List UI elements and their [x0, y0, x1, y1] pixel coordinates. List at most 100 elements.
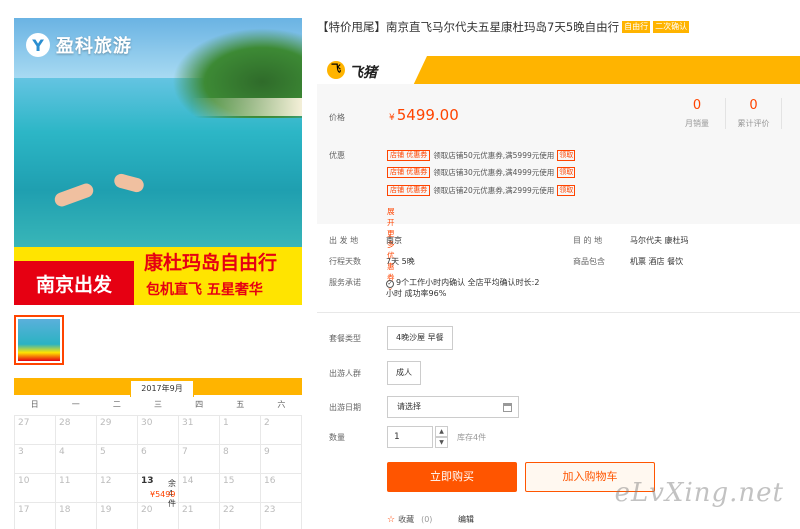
stat-monthly-sales: 0 月销量	[685, 98, 709, 128]
traveler-option[interactable]: 成人	[387, 361, 421, 385]
calendar-day: 1	[220, 416, 261, 445]
stock-count: 库存4件	[457, 432, 487, 442]
weekday-label: 日	[30, 400, 39, 409]
coupon-claim-button[interactable]: 领取	[557, 167, 576, 178]
promo-sub-title: 包机直飞 五星奢华	[146, 282, 263, 298]
calendar-day: 3	[15, 445, 56, 474]
weekday-label: 六	[277, 400, 286, 409]
buy-now-button[interactable]: 立即购买	[387, 462, 517, 492]
travel-date-input[interactable]: 请选择	[387, 396, 519, 418]
price-value: ¥5499.00	[389, 106, 459, 124]
calendar-day-number: 23	[264, 505, 276, 515]
weekday-label: 二	[112, 400, 121, 409]
calendar-day-number: 13	[141, 476, 154, 486]
calendar-weekdays: 日一二三四五六	[14, 395, 302, 415]
coupon-tag: 店铺 优惠券	[387, 167, 431, 178]
calendar-day[interactable]: 13 余4件 ¥5499	[138, 474, 179, 508]
calendar-header: 2017年9月	[14, 378, 302, 397]
section-divider	[317, 312, 800, 313]
calendar-day-number: 14	[182, 476, 194, 486]
calendar-day: 18	[56, 503, 97, 529]
calendar-day-number: 10	[18, 476, 30, 486]
calendar-day: 22	[220, 503, 261, 529]
brand-logo: Y 盈科旅游	[26, 32, 132, 58]
info-duration: 行程天数 7天 5晚	[329, 257, 415, 266]
coupon-claim-button[interactable]: 领取	[557, 150, 576, 161]
product-title-row: 【特价甩尾】南京直飞马尔代夫五星康杜玛岛7天5晚自由行 自由行 二次确认	[317, 18, 800, 36]
calendar-day-number: 29	[100, 418, 112, 428]
brand-mark-icon: Y	[26, 33, 50, 57]
decrease-icon[interactable]: ▼	[435, 437, 448, 448]
package-option[interactable]: 4晚沙屋 早餐	[387, 326, 453, 350]
coupon-item: 店铺 优惠券 领取店铺20元优惠券,满2999元使用 领取	[387, 185, 576, 196]
calendar-day: 23	[261, 503, 302, 529]
fliggy-logo-text: 飞猪	[349, 65, 377, 81]
calendar-price: ¥5499	[150, 490, 176, 499]
calendar-day-number: 27	[18, 418, 30, 428]
calendar-day-number: 1	[223, 418, 229, 428]
coupon-claim-button[interactable]: 领取	[557, 185, 576, 196]
stat-reviews[interactable]: 0 累计评价	[725, 98, 781, 129]
calendar-day: 4	[56, 445, 97, 474]
promo-main-title: 康杜玛岛自由行	[144, 252, 278, 274]
fliggy-brand-bar: 飞 飞猪	[317, 56, 800, 84]
favorite-button[interactable]: ☆ 收藏 (0)	[387, 514, 432, 525]
calendar-day-number: 4	[59, 447, 65, 457]
price-row: 价格 ¥5499.00	[329, 106, 459, 124]
brand-name: 盈科旅游	[56, 36, 132, 57]
calendar-day: 20	[138, 503, 179, 529]
calendar-day-number: 7	[182, 447, 188, 457]
calendar-day: 14	[179, 474, 220, 503]
calendar-month[interactable]: 2017年9月	[130, 380, 194, 397]
calendar-day-number: 8	[223, 447, 229, 457]
image-beach	[192, 98, 302, 116]
coupon-tag: 店铺 优惠券	[387, 150, 431, 161]
calendar-day-number: 3	[18, 447, 24, 457]
calendar-day: 6	[138, 445, 179, 474]
product-main-image: Y 盈科旅游 南京出发 康杜玛岛自由行 包机直飞 五星奢华	[14, 18, 302, 305]
calendar-day: 15	[220, 474, 261, 503]
calendar-day: 27	[15, 416, 56, 445]
calendar-day: 10	[15, 474, 56, 503]
calendar-day: 2	[261, 416, 302, 445]
coupon-item: 店铺 优惠券 领取店铺30元优惠券,满4999元使用 领取	[387, 167, 576, 178]
calendar-day-number: 5	[100, 447, 106, 457]
calendar-day-number: 6	[141, 447, 147, 457]
price-label: 价格	[329, 113, 345, 122]
info-includes: 商品包含 机票 酒店 餐饮	[573, 257, 684, 266]
calendar-day: 17	[15, 503, 56, 529]
calendar-day-number: 22	[223, 505, 235, 515]
check-icon: ✓	[386, 280, 394, 288]
weekday-label: 五	[236, 400, 245, 409]
promo-departure-tag: 南京出发	[14, 261, 134, 305]
calendar-day: 9	[261, 445, 302, 474]
calendar-day: 8	[220, 445, 261, 474]
calendar-day-number: 16	[264, 476, 276, 486]
calendar-grid: 27 28 29 30 31 1 2 3 4 5 6 7 8 9 10 11 12 13 余4件 ¥5499 14 15 1…	[14, 415, 302, 529]
weekday-label: 四	[195, 400, 204, 409]
calendar-day: 16	[261, 474, 302, 503]
image-swimmer	[52, 181, 96, 209]
calendar-day-number: 17	[18, 505, 30, 515]
coupon-text: 领取店铺50元优惠券,满5999元使用	[433, 151, 555, 160]
thumbnail-image	[18, 319, 60, 361]
travel-date-row: 出游日期 请选择	[329, 396, 519, 418]
calendar-day-number: 19	[100, 505, 112, 515]
quantity-input[interactable]: 1	[387, 426, 433, 448]
quantity-stepper: ▲ ▼	[435, 426, 448, 448]
product-thumbnail[interactable]	[14, 315, 64, 365]
calendar-day-number: 31	[182, 418, 194, 428]
calendar-day-number: 30	[141, 418, 153, 428]
package-type-row: 套餐类型 4晚沙屋 早餐	[329, 326, 453, 350]
calendar-day: 28	[56, 416, 97, 445]
calendar-day: 31	[179, 416, 220, 445]
coupon-text: 领取店铺20元优惠券,满2999元使用	[433, 186, 555, 195]
edit-link[interactable]: 编辑	[458, 514, 474, 525]
tag-free-travel: 自由行	[622, 21, 651, 33]
info-destination: 目 的 地马尔代夫 康杜玛	[573, 236, 689, 245]
calendar-day: 5	[97, 445, 138, 474]
calendar-day-number: 28	[59, 418, 71, 428]
price-panel: 价格 ¥5499.00 0月销量 0累计评价 -/评 优惠 店铺 优惠券 领取店…	[317, 84, 800, 292]
increase-icon[interactable]: ▲	[435, 426, 448, 437]
calendar-day-number: 20	[141, 505, 153, 515]
